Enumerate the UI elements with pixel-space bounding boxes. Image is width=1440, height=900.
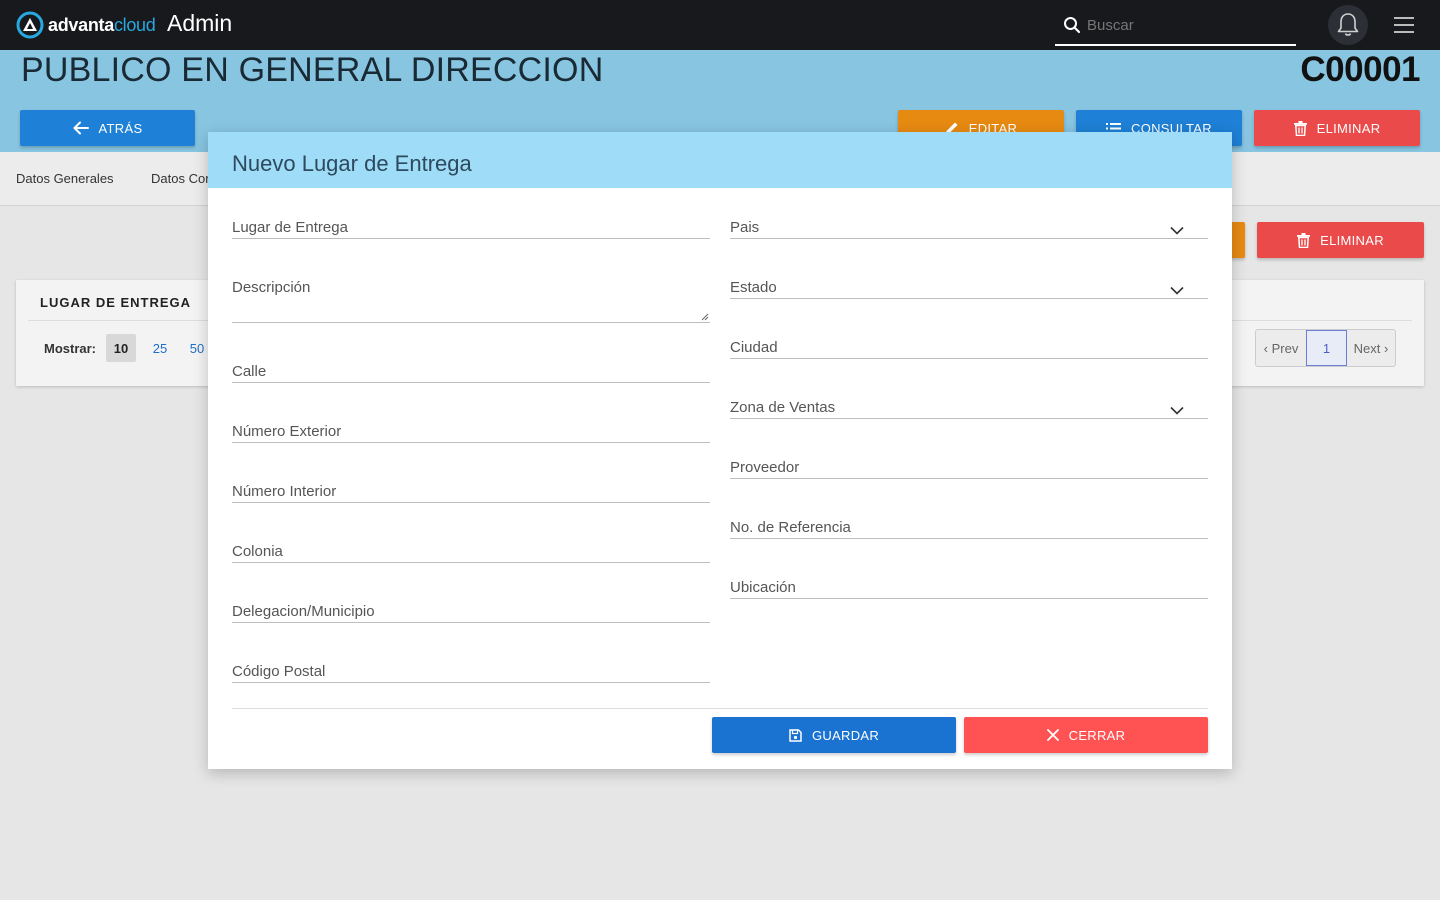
ubicacion-field[interactable]: Ubicación: [730, 568, 1208, 599]
delegacion-municipio-field[interactable]: Delegacion/Municipio: [232, 592, 710, 623]
search-box[interactable]: [1055, 6, 1296, 46]
top-bar: advantacloud Admin: [0, 0, 1440, 50]
modal-header: Nuevo Lugar de Entrega: [208, 132, 1232, 188]
floppy-disk-icon: [789, 728, 802, 742]
lugar-entrega-field[interactable]: Lugar de Entrega: [232, 208, 710, 239]
calle-field[interactable]: Calle: [232, 352, 710, 383]
tab-datos-generales[interactable]: Datos Generales: [16, 171, 114, 186]
page-size-option[interactable]: 50: [183, 334, 211, 362]
numero-exterior-field[interactable]: Número Exterior: [232, 412, 710, 443]
delete-button-label: ELIMINAR: [1316, 120, 1381, 136]
logo-brand: advanta: [48, 14, 114, 35]
bell-icon: [1337, 13, 1359, 36]
prev-page-button[interactable]: ‹ Prev: [1256, 330, 1306, 366]
numero-interior-field[interactable]: Número Interior: [232, 472, 710, 503]
modal-title: Nuevo Lugar de Entrega: [232, 151, 472, 176]
field-label: Lugar de Entrega: [232, 219, 348, 236]
pais-select[interactable]: Pais: [730, 208, 1208, 239]
field-label: Estado: [730, 279, 777, 296]
chevron-down-icon: [1170, 406, 1184, 415]
delete-button[interactable]: ELIMINAR: [1254, 110, 1420, 146]
arrow-left-icon: [73, 121, 89, 135]
field-label: Calle: [232, 363, 267, 380]
field-label: Pais: [730, 219, 760, 236]
section-delete-label: ELIMINAR: [1320, 232, 1384, 248]
page-button-current[interactable]: 1: [1306, 330, 1347, 366]
save-button[interactable]: GUARDAR: [712, 717, 956, 753]
ciudad-field[interactable]: Ciudad: [730, 328, 1208, 359]
field-label: Proveedor: [730, 459, 800, 476]
pagination: ‹ Prev 1 Next ›: [1255, 329, 1396, 367]
logo[interactable]: advantacloud: [16, 11, 156, 39]
close-icon: [1046, 729, 1059, 741]
estado-select[interactable]: Estado: [730, 268, 1208, 299]
save-button-label: GUARDAR: [811, 727, 880, 743]
field-label: Colonia: [232, 543, 283, 560]
page-size-option[interactable]: 10: [106, 334, 136, 362]
field-label: Número Interior: [232, 483, 337, 500]
section-delete-button[interactable]: ELIMINAR: [1257, 222, 1424, 258]
app-title: Admin: [167, 10, 233, 36]
close-button[interactable]: CERRAR: [964, 717, 1208, 753]
field-label: No. de Referencia: [730, 519, 851, 536]
chevron-down-icon: [1170, 226, 1184, 235]
no-referencia-field[interactable]: No. de Referencia: [730, 508, 1208, 539]
card-title: LUGAR DE ENTREGA: [40, 295, 192, 310]
search-input[interactable]: [1087, 16, 1287, 34]
field-label: Descripción: [232, 279, 311, 296]
show-label: Mostrar:: [44, 341, 97, 356]
logo-icon: [16, 11, 44, 39]
menu-icon[interactable]: [1394, 17, 1414, 33]
codigo-postal-field[interactable]: Código Postal: [232, 652, 710, 683]
page-size-option[interactable]: 25: [145, 334, 175, 362]
modal-footer-divider: [232, 708, 1208, 709]
zona-ventas-select[interactable]: Zona de Ventas: [730, 388, 1208, 419]
notifications-button[interactable]: [1328, 5, 1368, 45]
field-label: Ciudad: [730, 339, 778, 356]
trash-icon: [1297, 232, 1311, 248]
chevron-down-icon: [1170, 286, 1184, 295]
field-label: Delegacion/Municipio: [232, 603, 375, 620]
field-label: Código Postal: [232, 663, 326, 680]
field-label: Número Exterior: [232, 423, 342, 440]
resize-grip-icon[interactable]: [701, 313, 709, 321]
tab-datos-comerciales[interactable]: Datos Com: [151, 171, 216, 186]
field-label: Zona de Ventas: [730, 399, 836, 416]
search-icon: [1064, 17, 1081, 34]
logo-suffix: cloud: [113, 14, 156, 35]
trash-icon: [1293, 120, 1307, 136]
back-button[interactable]: ATRÁS: [20, 110, 195, 146]
descripcion-textarea[interactable]: Descripción: [232, 268, 710, 323]
close-button-label: CERRAR: [1068, 727, 1126, 743]
back-button-label: ATRÁS: [98, 120, 143, 136]
next-page-button[interactable]: Next ›: [1347, 330, 1395, 366]
logo-text: advantacloud: [48, 14, 156, 36]
new-delivery-place-modal: Nuevo Lugar de Entrega Lugar de Entrega …: [208, 132, 1232, 769]
proveedor-field[interactable]: Proveedor: [730, 448, 1208, 479]
page-title: PUBLICO EN GENERAL DIRECCION: [21, 51, 604, 89]
record-code: C00001: [1300, 50, 1420, 89]
field-label: Ubicación: [730, 579, 796, 596]
colonia-field[interactable]: Colonia: [232, 532, 710, 563]
